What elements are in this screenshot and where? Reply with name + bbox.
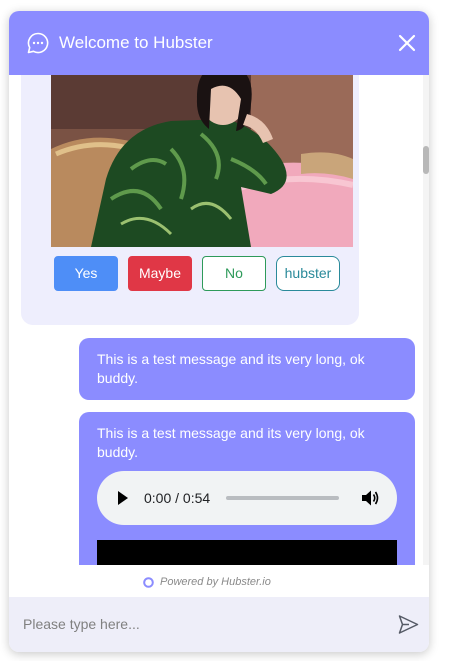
video-player[interactable] [97,540,397,565]
message-list[interactable]: Yes Maybe No hubster This is a test mess… [9,75,429,565]
message-photo [51,75,353,247]
message-text: This is a test message and its very long… [97,351,365,386]
woman-in-green-dress-photo [51,75,353,247]
scrollbar-thumb[interactable] [423,146,429,174]
quick-reply-yes-button[interactable]: Yes [54,256,118,291]
powered-by-text[interactable]: Powered by Hubster.io [160,576,271,589]
message-text: This is a test message and its very long… [97,425,365,460]
chat-header: Welcome to Hubster [9,11,429,75]
chat-title: Welcome to Hubster [59,33,213,52]
outgoing-message: This is a test message and its very long… [79,338,415,400]
outgoing-message: This is a test message and its very long… [79,412,415,565]
hubster-logo-icon [143,577,154,588]
send-icon[interactable] [398,614,419,635]
quick-reply-hubster-button[interactable]: hubster [276,256,340,291]
chat-bubble-icon [27,32,49,54]
chat-widget: Welcome to Hubster Yes Maybe No hubster … [9,11,429,652]
quick-reply-no-button[interactable]: No [202,256,266,291]
powered-by-bar: Powered by Hubster.io [9,565,429,597]
audio-player: 0:00 / 0:54 [97,471,397,525]
message-input[interactable] [23,611,383,637]
message-composer [9,597,429,652]
incoming-message: Yes Maybe No hubster [21,75,359,325]
play-icon[interactable] [117,490,129,506]
audio-progress-bar[interactable] [226,496,339,500]
volume-icon[interactable] [361,489,379,507]
audio-time: 0:00 / 0:54 [144,490,211,506]
quick-reply-maybe-button[interactable]: Maybe [128,256,192,291]
close-icon[interactable] [398,34,416,52]
